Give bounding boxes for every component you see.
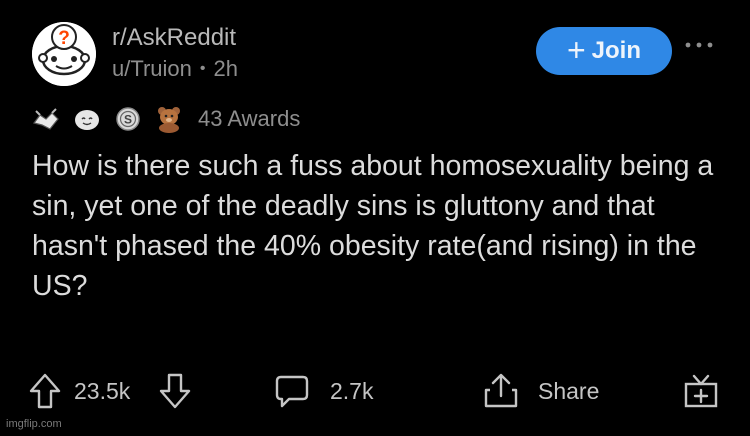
comment-icon: [274, 373, 310, 409]
downvote-icon: [158, 372, 192, 410]
gift-icon: [682, 372, 720, 410]
downvote-button[interactable]: [158, 366, 192, 416]
post-header: ? r/AskReddit u/Truion • 2h + Join: [32, 20, 722, 88]
awards-count: 43 Awards: [198, 106, 301, 131]
silver-award-icon: S: [114, 105, 142, 133]
post-age: 2h: [213, 56, 238, 81]
comment-count: 2.7k: [330, 377, 374, 404]
join-button[interactable]: + Join: [536, 27, 672, 75]
wholesome-award-icon: [73, 105, 101, 133]
share-icon: [482, 372, 520, 410]
svg-text:?: ?: [58, 28, 70, 49]
comments-button[interactable]: 2.7k: [274, 366, 373, 416]
post-meta: u/Truion • 2h: [112, 56, 238, 82]
handshake-award-icon: [32, 105, 60, 133]
share-label: Share: [538, 377, 600, 404]
upvote-icon: [28, 372, 62, 410]
more-icon[interactable]: [682, 38, 716, 58]
upvote-button[interactable]: [28, 366, 62, 416]
join-label: Join: [591, 37, 642, 64]
meta-separator: •: [199, 60, 206, 77]
post-title[interactable]: How is there such a fuss about homosexua…: [32, 146, 722, 306]
award-button[interactable]: [682, 366, 720, 416]
vote-count: 23.5k: [74, 377, 131, 404]
svg-text:S: S: [124, 113, 132, 127]
plus-icon: +: [566, 31, 586, 68]
subreddit-name[interactable]: r/AskReddit: [112, 24, 236, 52]
watermark: imgflip.com: [6, 418, 62, 430]
bear-award-icon: [155, 105, 183, 133]
awards-row[interactable]: S 43 Awards: [32, 102, 300, 136]
action-bar: 23.5k 2.7k Share: [28, 366, 728, 416]
subreddit-avatar[interactable]: ?: [32, 22, 96, 86]
share-button[interactable]: Share: [482, 366, 599, 416]
author-name[interactable]: u/Truion: [112, 56, 192, 82]
